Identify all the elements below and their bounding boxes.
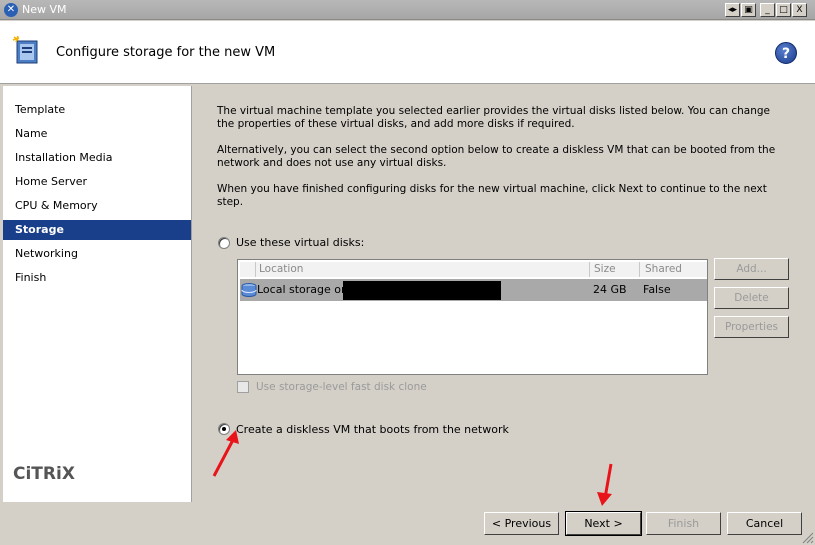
redacted-hostname	[343, 281, 501, 300]
sidebar-item-installation-media[interactable]: Installation Media	[3, 148, 191, 168]
disk-shared-cell: False	[643, 283, 671, 296]
column-header-location[interactable]: Location	[256, 262, 590, 277]
help-icon[interactable]: ?	[775, 42, 797, 64]
fast-disk-clone-checkbox[interactable]	[237, 381, 249, 393]
storage-disk-icon	[241, 283, 257, 297]
previous-button[interactable]: < Previous	[484, 512, 559, 535]
use-virtual-disks-label: Use these virtual disks:	[236, 236, 365, 249]
resize-grip-icon[interactable]	[800, 530, 814, 544]
finish-button[interactable]: Finish	[646, 512, 721, 535]
sidebar-item-finish[interactable]: Finish	[3, 268, 191, 288]
table-header-spacer	[240, 262, 256, 277]
intro-paragraph: The virtual machine template you selecte…	[217, 105, 771, 130]
next-button[interactable]: Next >	[565, 511, 642, 536]
window-title: New VM	[22, 3, 67, 16]
fast-disk-clone-label: Use storage-level fast disk clone	[256, 381, 427, 393]
table-row[interactable]: Local storage on 24 GB False	[240, 279, 707, 301]
diskless-vm-label: Create a diskless VM that boots from the…	[236, 423, 509, 436]
annotation-arrow-diskless	[212, 430, 239, 477]
sidebar-item-template[interactable]: Template	[3, 100, 191, 120]
sidebar-item-home-server[interactable]: Home Server	[3, 172, 191, 192]
disk-properties-button[interactable]: Properties	[714, 316, 789, 338]
cancel-button[interactable]: Cancel	[727, 512, 802, 535]
xencenter-app-icon: ✕	[4, 3, 18, 17]
title-bar: ✕ New VM ◂▸ ▣ _ □ X	[0, 0, 815, 20]
sidebar-item-cpu-memory[interactable]: CPU & Memory	[3, 196, 191, 216]
column-header-size[interactable]: Size	[590, 262, 640, 277]
undock-button[interactable]: ▣	[741, 3, 756, 17]
page-title: Configure storage for the new VM	[56, 45, 276, 60]
virtual-disks-table[interactable]: Location Size Shared Local storage on 24…	[237, 259, 708, 375]
delete-disk-button[interactable]: Delete	[714, 287, 789, 309]
restore-layout-button[interactable]: ◂▸	[725, 3, 740, 17]
sidebar-item-name[interactable]: Name	[3, 124, 191, 144]
close-button[interactable]: X	[792, 3, 807, 17]
use-virtual-disks-radio[interactable]	[218, 237, 230, 249]
wizard-steps-sidebar: Template Name Installation Media Home Se…	[3, 86, 192, 502]
storage-page: The virtual machine template you selecte…	[193, 86, 815, 502]
sidebar-item-networking[interactable]: Networking	[3, 244, 191, 264]
annotation-arrow-next	[597, 463, 613, 506]
maximize-button[interactable]: □	[776, 3, 791, 17]
alternative-paragraph: Alternatively, you can select the second…	[217, 144, 776, 169]
sidebar-item-storage[interactable]: Storage	[3, 220, 191, 240]
minimize-button[interactable]: _	[760, 3, 775, 17]
disk-location-cell: Local storage on	[257, 283, 348, 296]
new-vm-wizard-icon	[12, 35, 38, 64]
column-header-shared[interactable]: Shared	[640, 262, 707, 277]
disk-size-cell: 24 GB	[593, 283, 627, 296]
add-disk-button[interactable]: Add...	[714, 258, 789, 280]
citrix-logo: CiTRiX	[13, 464, 75, 484]
next-step-paragraph: When you have finished configuring disks…	[217, 183, 767, 208]
wizard-header: Configure storage for the new VM ?	[0, 21, 815, 84]
